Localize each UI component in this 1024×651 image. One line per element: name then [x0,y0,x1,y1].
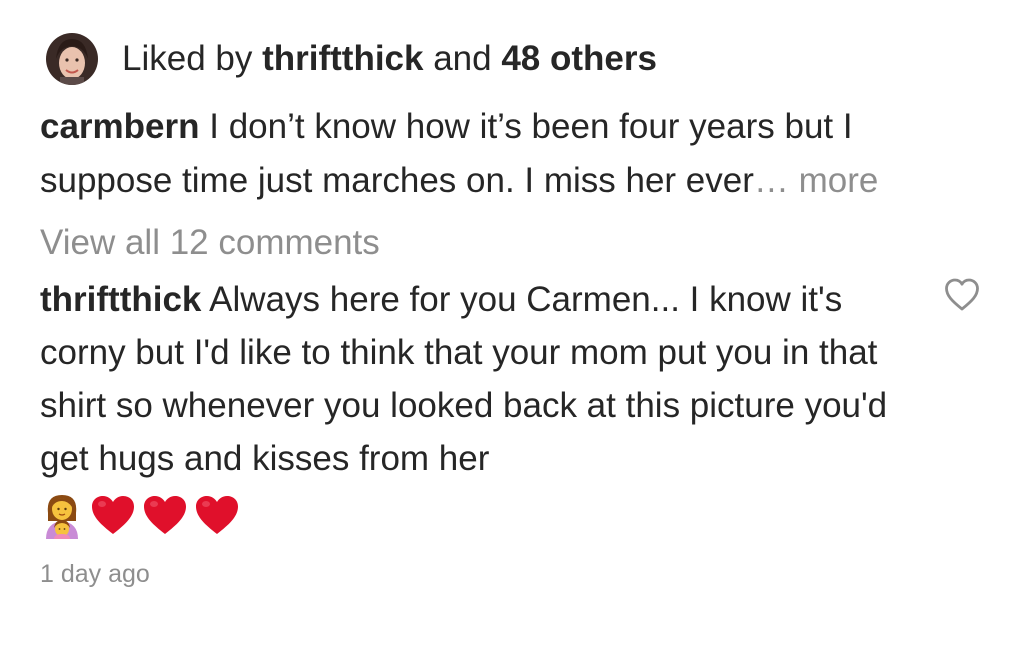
comment-username[interactable]: thriftthick [40,280,201,319]
red-heart-emoji [92,496,134,534]
caption-more-link[interactable]: … more [754,161,878,200]
liker-username[interactable]: thriftthick [262,39,423,78]
heart-outline-icon [945,278,979,311]
likes-row: Liked by thriftthick and 48 others [46,33,657,85]
red-heart-emoji [144,496,186,534]
view-all-comments-link[interactable]: View all 12 comments [40,216,380,270]
avatar[interactable] [46,33,98,85]
comment-emoji-line [40,491,920,539]
comment: thriftthick Always here for you Carmen..… [40,273,920,539]
likes-conjunction: and [423,39,502,78]
likes-prefix: Liked by [122,39,263,78]
like-comment-button[interactable] [944,278,980,312]
post-caption: carmbern I don’t know how it’s been four… [40,100,990,208]
likes-others-link[interactable]: 48 others [501,39,657,78]
woman-and-girl-emoji [46,495,78,539]
caption-username[interactable]: carmbern [40,107,200,146]
comment-timestamp: 1 day ago [40,560,150,588]
likes-text: Liked by thriftthick and 48 others [122,33,657,85]
red-heart-emoji [196,496,238,534]
